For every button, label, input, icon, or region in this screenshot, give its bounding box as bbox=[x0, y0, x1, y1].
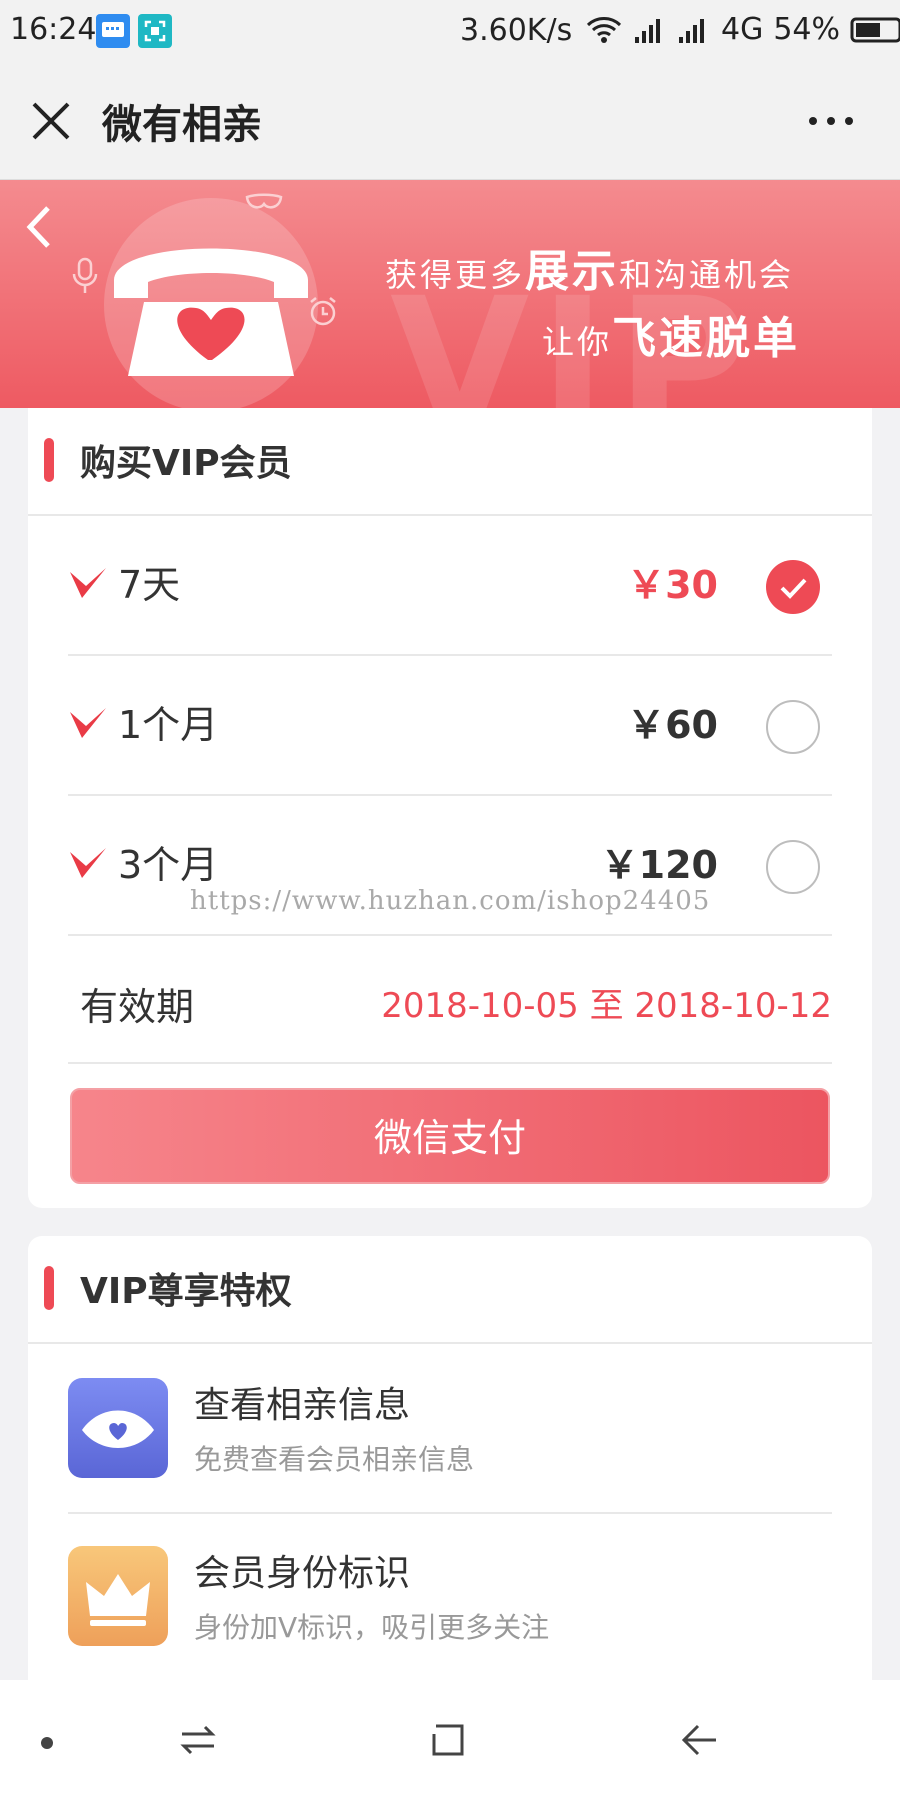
plan-label: 1个月 bbox=[118, 703, 219, 747]
vip-banner: VIP 获得更多展示和沟通机会 让你飞速脱单 bbox=[0, 180, 900, 408]
privileges-heading: VIP尊享特权 bbox=[80, 1271, 292, 1312]
title-bar: 微有相亲 bbox=[0, 62, 900, 180]
close-icon[interactable] bbox=[28, 98, 74, 144]
home-square-icon[interactable] bbox=[428, 1720, 468, 1760]
vip-v-icon bbox=[70, 848, 106, 878]
telephone-heart-icon bbox=[114, 248, 308, 376]
validity-value: 2018-10-05 至 2018-10-12 bbox=[381, 986, 832, 1026]
scan-app-icon bbox=[138, 14, 172, 48]
eye-heart-icon bbox=[68, 1378, 168, 1478]
swap-arrows-icon[interactable] bbox=[178, 1720, 218, 1760]
back-arrow-icon[interactable] bbox=[24, 204, 54, 250]
network-speed: 3.60K/s bbox=[460, 13, 573, 48]
battery-level: 54% bbox=[773, 12, 841, 47]
crown-icon bbox=[68, 1546, 168, 1646]
plan-price: ￥60 bbox=[627, 703, 718, 747]
plan-option-7days[interactable]: 7天 ￥30 bbox=[68, 516, 832, 656]
more-options-icon[interactable] bbox=[806, 114, 856, 128]
privilege-item[interactable]: 会员身份标识 身份加V标识，吸引更多关注 bbox=[68, 1514, 832, 1682]
plan-radio[interactable] bbox=[766, 840, 820, 894]
vip-v-icon bbox=[70, 568, 106, 598]
battery-icon bbox=[850, 17, 900, 42]
privileges-card: VIP尊享特权 查看相亲信息 免费查看会员相亲信息 会员身份标识 身份加V标识，… bbox=[28, 1236, 872, 1696]
purchase-card: 购买VIP会员 7天 ￥30 1个月 ￥60 3个月 ￥120 有效期 2018… bbox=[28, 408, 872, 1208]
validity-label: 有效期 bbox=[80, 985, 195, 1029]
plan-radio-selected[interactable] bbox=[766, 560, 820, 614]
privilege-item[interactable]: 查看相亲信息 免费查看会员相亲信息 bbox=[68, 1346, 832, 1514]
message-app-icon bbox=[96, 14, 130, 48]
section-accent-bar bbox=[44, 438, 54, 482]
purchase-heading: 购买VIP会员 bbox=[80, 443, 292, 484]
mask-icon bbox=[245, 193, 283, 209]
network-type: 4G bbox=[721, 12, 764, 47]
status-time: 16:24 bbox=[10, 12, 97, 47]
page-title: 微有相亲 bbox=[102, 102, 262, 148]
plan-radio[interactable] bbox=[766, 700, 820, 754]
check-icon bbox=[780, 578, 807, 599]
privilege-title: 会员身份标识 bbox=[194, 1553, 411, 1594]
plan-option-1month[interactable]: 1个月 ￥60 bbox=[68, 656, 832, 796]
system-nav-bar bbox=[0, 1680, 900, 1800]
privileges-section-header: VIP尊享特权 bbox=[28, 1236, 872, 1344]
banner-slogan-line2: 让你飞速脱单 bbox=[542, 313, 801, 364]
alarm-clock-icon bbox=[310, 297, 336, 326]
plan-price: ￥30 bbox=[627, 563, 718, 607]
url-watermark: https://www.huzhan.com/ishop24405 bbox=[190, 886, 711, 916]
purchase-section-header: 购买VIP会员 bbox=[28, 408, 872, 516]
signal-icon-2 bbox=[679, 18, 704, 43]
back-nav-icon[interactable] bbox=[680, 1720, 720, 1760]
nav-dot-icon[interactable] bbox=[40, 1736, 54, 1750]
section-accent-bar bbox=[44, 1266, 54, 1310]
vip-v-icon bbox=[70, 708, 106, 738]
signal-icon bbox=[635, 18, 660, 43]
plan-label: 3个月 bbox=[118, 843, 219, 887]
microphone-icon bbox=[72, 257, 98, 293]
plan-label: 7天 bbox=[118, 563, 181, 607]
status-bar: 16:24 3.60K/s 4G 54% bbox=[0, 0, 900, 62]
plan-price: ￥120 bbox=[600, 843, 718, 887]
banner-slogan-line1: 获得更多展示和沟通机会 bbox=[385, 246, 795, 297]
validity-row: 有效期 2018-10-05 至 2018-10-12 bbox=[68, 936, 832, 1064]
privilege-title: 查看相亲信息 bbox=[194, 1385, 411, 1426]
privilege-desc: 免费查看会员相亲信息 bbox=[194, 1443, 475, 1476]
wechat-pay-button[interactable]: 微信支付 bbox=[70, 1088, 830, 1184]
privilege-desc: 身份加V标识，吸引更多关注 bbox=[194, 1611, 550, 1644]
wifi-icon bbox=[586, 16, 622, 43]
